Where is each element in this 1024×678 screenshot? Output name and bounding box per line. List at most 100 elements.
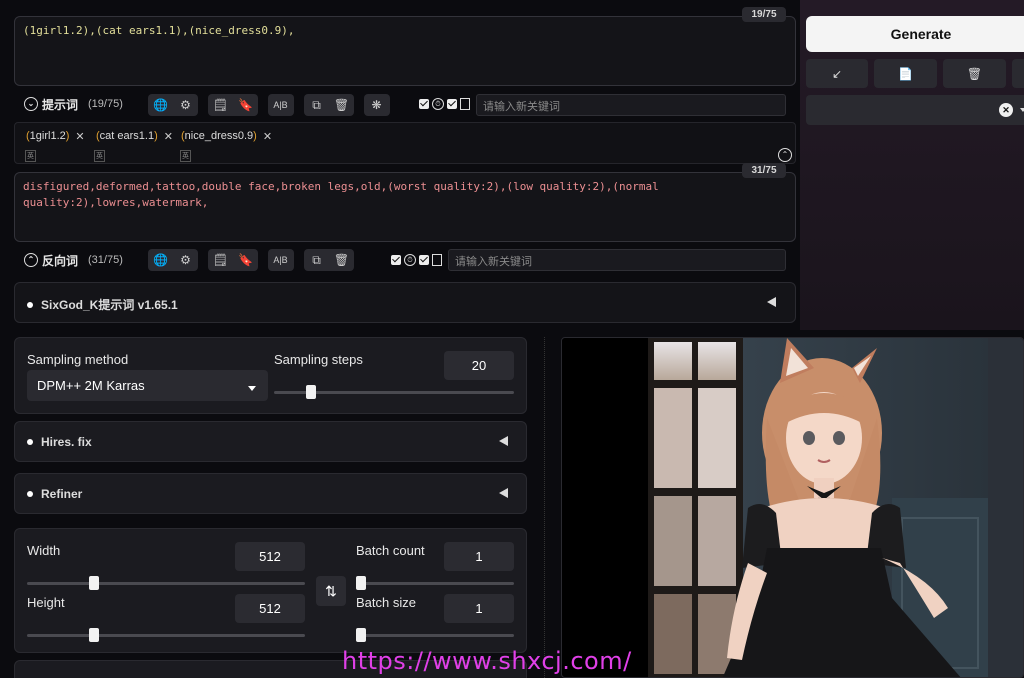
positive-prompt-text: (1girl1.2),(cat ears1.1),(nice_dress0.9)…: [23, 24, 295, 37]
clock-icon[interactable]: ⏱: [404, 254, 416, 266]
positive-group-2: 🗒 🔖: [208, 94, 258, 116]
checkbox-2[interactable]: [447, 99, 457, 109]
generated-image[interactable]: [562, 338, 1024, 678]
positive-toggle[interactable]: ⌄ 提示词: [24, 96, 78, 113]
close-icon[interactable]: ✕: [164, 130, 173, 143]
negative-toggle[interactable]: ⌃ 反向词: [24, 252, 78, 269]
panel-icon[interactable]: [432, 254, 442, 266]
positive-keyword-input[interactable]: 请输入新关键词: [476, 94, 786, 116]
history-icon[interactable]: 🗒: [208, 94, 233, 116]
history-icon[interactable]: 🗒: [208, 249, 233, 271]
bullet-icon: [27, 301, 33, 308]
negative-group-3: A|B: [268, 249, 294, 271]
width-input[interactable]: 512: [235, 542, 305, 571]
divider: [544, 337, 545, 678]
collapse-tags-icon[interactable]: ⌃: [778, 148, 792, 162]
sampling-steps-slider[interactable]: [306, 385, 317, 399]
positive-keyword-placeholder: 请输入新关键词: [483, 101, 560, 113]
negative-count: (31/75): [88, 254, 123, 266]
hires-accordion[interactable]: Hires. fix: [14, 421, 527, 462]
positive-prompt-textarea[interactable]: (1girl1.2),(cat ears1.1),(nice_dress0.9)…: [14, 16, 796, 86]
trash-icon[interactable]: 🗑: [329, 94, 354, 116]
clock-icon[interactable]: ⏱: [432, 98, 444, 110]
collapse-icon: ⌄: [24, 97, 38, 111]
positive-checkboxes: ⏱: [419, 98, 470, 110]
sampling-method-label: Sampling method: [27, 352, 129, 367]
globe-icon[interactable]: 🌐: [148, 249, 173, 271]
generate-button[interactable]: Generate: [806, 16, 1024, 52]
checkbox-1[interactable]: [391, 255, 401, 265]
dimensions-panel: Width 512 Height 512 ⇅ Batch count 1 Bat…: [14, 528, 527, 653]
height-input[interactable]: 512: [235, 594, 305, 623]
tag-1[interactable]: (1girl1.2) ✕: [26, 127, 85, 145]
close-icon[interactable]: ✕: [263, 130, 272, 143]
negative-keyword-input[interactable]: 请输入新关键词: [448, 249, 786, 271]
extra-button[interactable]: [1012, 59, 1024, 88]
sampling-panel: Sampling method DPM++ 2M Karras Sampling…: [14, 337, 527, 414]
output-gallery[interactable]: [561, 337, 1024, 678]
bookmark-icon[interactable]: 🔖: [233, 94, 258, 116]
tag-3-translate[interactable]: 英: [180, 150, 191, 162]
width-track[interactable]: [27, 582, 305, 585]
bookmark-icon[interactable]: 🔖: [233, 249, 258, 271]
width-slider[interactable]: [89, 576, 99, 590]
sampling-steps-input[interactable]: 20: [444, 351, 514, 380]
positive-group-4: ⧉ 🗑: [304, 94, 354, 116]
batch-size-slider[interactable]: [356, 628, 366, 642]
negative-prompt-text: disfigured,deformed,tattoo,double face,b…: [23, 180, 659, 209]
swap-dimensions-button[interactable]: ⇅: [316, 576, 346, 606]
positive-count: (19/75): [88, 98, 123, 110]
paste-button[interactable]: 📄: [874, 59, 937, 88]
collapse-arrow-icon: [767, 297, 776, 307]
gear-icon[interactable]: ⚙: [173, 249, 198, 271]
negative-label: 反向词: [42, 253, 79, 268]
translate-icon[interactable]: A|B: [268, 94, 293, 116]
openai-icon[interactable]: ❋: [364, 94, 389, 116]
batch-count-slider[interactable]: [356, 576, 366, 590]
sampling-method-value: DPM++ 2M Karras: [37, 378, 145, 393]
swap-icon: ⇅: [325, 582, 337, 599]
height-slider[interactable]: [89, 628, 99, 642]
trash-icon[interactable]: 🗑: [329, 249, 354, 271]
arrow-down-left-icon: ↙: [831, 66, 843, 81]
globe-icon[interactable]: 🌐: [148, 94, 173, 116]
panel-icon[interactable]: [460, 98, 470, 110]
bullet-icon: [27, 439, 33, 445]
gear-icon[interactable]: ⚙: [173, 94, 198, 116]
trash-icon: 🗑: [966, 66, 983, 81]
clear-button[interactable]: 🗑: [943, 59, 1006, 88]
positive-toolbar: ⌄ 提示词 (19/75): [24, 90, 123, 118]
batch-size-input[interactable]: 1: [444, 594, 514, 623]
refiner-accordion[interactable]: Refiner: [14, 473, 527, 514]
checkbox-2[interactable]: [419, 255, 429, 265]
extension-accordion[interactable]: SixGod_K提示词 v1.65.1: [14, 282, 796, 323]
positive-group-3: A|B: [268, 94, 294, 116]
negative-prompt-textarea[interactable]: disfigured,deformed,tattoo,double face,b…: [14, 172, 796, 242]
tag-2[interactable]: (cat ears1.1) ✕: [96, 127, 173, 145]
translate-icon[interactable]: A|B: [268, 249, 293, 271]
styles-dropdown[interactable]: ✕: [806, 95, 1024, 125]
batch-count-track[interactable]: [356, 582, 514, 585]
tag-1-text: 1girl1.2: [29, 130, 66, 142]
tag-2-translate[interactable]: 英: [94, 150, 105, 162]
clear-icon[interactable]: ✕: [999, 103, 1013, 117]
negative-group-1: 🌐 ⚙: [148, 249, 198, 271]
read-params-button[interactable]: ↙: [806, 59, 868, 88]
collapse-arrow-icon: [499, 436, 508, 446]
positive-group-1: 🌐 ⚙: [148, 94, 198, 116]
copy-icon[interactable]: ⧉: [304, 249, 329, 271]
sampling-method-select[interactable]: DPM++ 2M Karras: [27, 370, 268, 401]
tag-3[interactable]: (nice_dress0.9) ✕: [181, 127, 272, 145]
collapse-arrow-icon: [499, 488, 508, 498]
close-icon[interactable]: ✕: [75, 130, 84, 143]
negative-toolbar: ⌃ 反向词 (31/75): [24, 246, 123, 274]
checkbox-1[interactable]: [419, 99, 429, 109]
batch-count-input[interactable]: 1: [444, 542, 514, 571]
tag-1-translate[interactable]: 英: [25, 150, 36, 162]
tag-3-text: nice_dress0.9: [184, 130, 254, 142]
height-track[interactable]: [27, 634, 305, 637]
batch-size-track[interactable]: [356, 634, 514, 637]
negative-group-4: ⧉ 🗑: [304, 249, 354, 271]
copy-icon[interactable]: ⧉: [304, 94, 329, 116]
clipboard-icon: 📄: [898, 66, 913, 81]
